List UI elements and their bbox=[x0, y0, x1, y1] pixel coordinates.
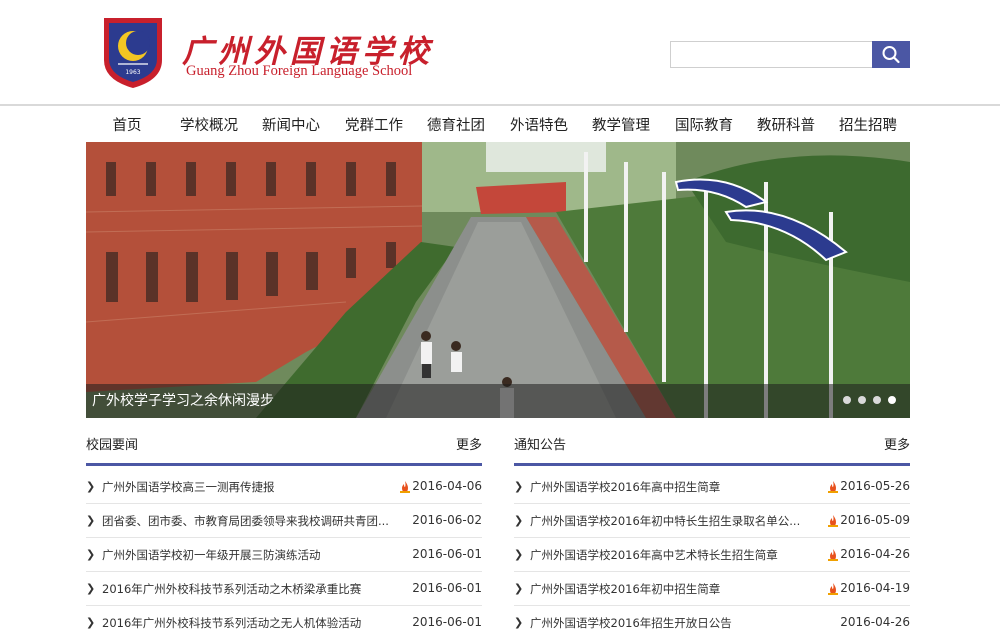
slider-dot-active[interactable] bbox=[888, 396, 896, 404]
hot-fire-icon bbox=[828, 583, 838, 595]
list-item: ❯ 广州外国语学校2016年初中特长生招生录取名单公... 2016-05-09 bbox=[514, 504, 910, 538]
school-logo[interactable]: 1963 广州外国语学校 Guang Zhou Foreign Language… bbox=[100, 14, 445, 92]
notice-list: ❯ 广州外国语学校2016年高中招生简章 2016-05-26 ❯ 广州外国语学… bbox=[514, 470, 910, 633]
section-header: 通知公告 更多 bbox=[514, 426, 910, 466]
banner-slider[interactable]: 广外校学子学习之余休闲漫步 bbox=[86, 142, 910, 418]
nav-item-languages[interactable]: 外语特色 bbox=[510, 110, 568, 142]
news-link[interactable]: 2016年广州外校科技节系列活动之无人机体验活动 bbox=[102, 615, 402, 631]
hot-fire-icon bbox=[828, 549, 838, 561]
news-date: 2016-04-06 bbox=[412, 479, 482, 493]
list-item: ❯ 2016年广州外校科技节系列活动之无人机体验活动 2016-06-01 bbox=[86, 606, 482, 633]
chevron-right-icon: ❯ bbox=[514, 582, 524, 595]
section-title: 通知公告 bbox=[514, 438, 567, 453]
section-header: 校园要闻 更多 bbox=[86, 426, 482, 466]
chevron-right-icon: ❯ bbox=[86, 514, 96, 527]
notice-date: 2016-04-26 bbox=[840, 547, 910, 561]
slider-dot[interactable] bbox=[873, 396, 881, 404]
list-item: ❯ 广州外国语学校初一年级开展三防演练活动 2016-06-01 bbox=[86, 538, 482, 572]
nav-item-moral[interactable]: 德育社团 bbox=[427, 110, 485, 142]
search-icon bbox=[882, 46, 900, 64]
emblem-year: 1963 bbox=[125, 69, 140, 76]
hot-fire-icon bbox=[828, 481, 838, 493]
main-nav: 首页 学校概况 新闻中心 党群工作 德育社团 外语特色 教学管理 国际教育 教研… bbox=[85, 110, 910, 142]
nav-item-teaching[interactable]: 教学管理 bbox=[592, 110, 650, 142]
chevron-right-icon: ❯ bbox=[86, 616, 96, 629]
chevron-right-icon: ❯ bbox=[514, 514, 524, 527]
news-date: 2016-06-01 bbox=[412, 547, 482, 561]
list-item: ❯ 2016年广州外校科技节系列活动之木桥梁承重比赛 2016-06-01 bbox=[86, 572, 482, 606]
site-header: 1963 广州外国语学校 Guang Zhou Foreign Language… bbox=[0, 0, 1000, 106]
notice-date: 2016-04-26 bbox=[840, 615, 910, 629]
banner-caption: 广外校学子学习之余休闲漫步 bbox=[92, 393, 274, 409]
search-box bbox=[670, 41, 910, 68]
notice-date: 2016-05-26 bbox=[840, 479, 910, 493]
slider-dot[interactable] bbox=[858, 396, 866, 404]
hot-fire-icon bbox=[828, 515, 838, 527]
notices-section: 通知公告 更多 ❯ 广州外国语学校2016年高中招生简章 2016-05-26 … bbox=[514, 426, 910, 633]
banner-photo bbox=[86, 142, 910, 418]
news-date: 2016-06-01 bbox=[412, 581, 482, 595]
notice-date: 2016-05-09 bbox=[840, 513, 910, 527]
list-item: ❯ 团省委、团市委、市教育局团委领导来我校调研共青团... 2016-06-02 bbox=[86, 504, 482, 538]
chevron-right-icon: ❯ bbox=[86, 480, 96, 493]
list-item: ❯ 广州外国语学校2016年高中招生简章 2016-05-26 bbox=[514, 470, 910, 504]
nav-item-about[interactable]: 学校概况 bbox=[180, 110, 238, 142]
notice-link[interactable]: 广州外国语学校2016年高中艺术特长生招生简章 bbox=[530, 547, 830, 563]
slider-dots bbox=[836, 396, 896, 406]
notice-link[interactable]: 广州外国语学校2016年高中招生简章 bbox=[530, 479, 830, 495]
chevron-right-icon: ❯ bbox=[86, 582, 96, 595]
campus-news-section: 校园要闻 更多 ❯ 广州外国语学校高三一测再传捷报 2016-04-06 ❯ 团… bbox=[86, 426, 482, 633]
nav-item-party[interactable]: 党群工作 bbox=[345, 110, 403, 142]
news-link[interactable]: 广州外国语学校高三一测再传捷报 bbox=[102, 479, 402, 495]
school-name-en: Guang Zhou Foreign Language School bbox=[186, 63, 413, 79]
notice-link[interactable]: 广州外国语学校2016年初中特长生招生录取名单公... bbox=[530, 513, 830, 529]
search-button[interactable] bbox=[872, 41, 910, 68]
list-item: ❯ 广州外国语学校高三一测再传捷报 2016-04-06 bbox=[86, 470, 482, 504]
chevron-right-icon: ❯ bbox=[86, 548, 96, 561]
notice-date: 2016-04-19 bbox=[840, 581, 910, 595]
slider-dot[interactable] bbox=[843, 396, 851, 404]
more-link[interactable]: 更多 bbox=[884, 434, 910, 453]
nav-item-home[interactable]: 首页 bbox=[113, 110, 142, 142]
news-list: ❯ 广州外国语学校高三一测再传捷报 2016-04-06 ❯ 团省委、团市委、市… bbox=[86, 470, 482, 633]
notice-link[interactable]: 广州外国语学校2016年初中招生简章 bbox=[530, 581, 830, 597]
school-emblem-icon: 1963 bbox=[104, 18, 162, 88]
nav-item-international[interactable]: 国际教育 bbox=[675, 110, 733, 142]
news-date: 2016-06-01 bbox=[412, 615, 482, 629]
hot-fire-icon bbox=[400, 481, 410, 493]
nav-item-research[interactable]: 教研科普 bbox=[757, 110, 815, 142]
list-item: ❯ 广州外国语学校2016年招生开放日公告 2016-04-26 bbox=[514, 606, 910, 633]
news-link[interactable]: 广州外国语学校初一年级开展三防演练活动 bbox=[102, 547, 402, 563]
news-link[interactable]: 2016年广州外校科技节系列活动之木桥梁承重比赛 bbox=[102, 581, 402, 597]
search-input[interactable] bbox=[671, 42, 871, 67]
nav-item-news[interactable]: 新闻中心 bbox=[262, 110, 320, 142]
chevron-right-icon: ❯ bbox=[514, 616, 524, 629]
banner-caption-bar: 广外校学子学习之余休闲漫步 bbox=[86, 384, 910, 418]
notice-link[interactable]: 广州外国语学校2016年招生开放日公告 bbox=[530, 615, 830, 631]
news-link[interactable]: 团省委、团市委、市教育局团委领导来我校调研共青团... bbox=[102, 513, 402, 529]
nav-item-admission[interactable]: 招生招聘 bbox=[839, 110, 897, 142]
more-link[interactable]: 更多 bbox=[456, 434, 482, 453]
chevron-right-icon: ❯ bbox=[514, 480, 524, 493]
news-date: 2016-06-02 bbox=[412, 513, 482, 527]
list-item: ❯ 广州外国语学校2016年初中招生简章 2016-04-19 bbox=[514, 572, 910, 606]
chevron-right-icon: ❯ bbox=[514, 548, 524, 561]
section-title: 校园要闻 bbox=[86, 438, 139, 453]
list-item: ❯ 广州外国语学校2016年高中艺术特长生招生简章 2016-04-26 bbox=[514, 538, 910, 572]
